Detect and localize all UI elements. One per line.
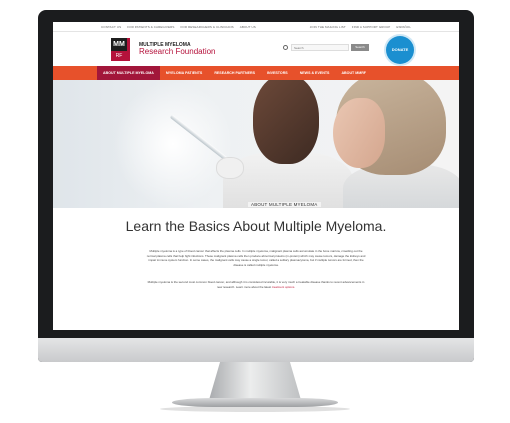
second-paragraph: Multiple myeloma is the second most comm… — [145, 280, 367, 289]
logo-mark-bottom: RF — [111, 51, 127, 61]
hero-image: About Multiple Myeloma — [53, 80, 459, 208]
hero-light — [113, 80, 233, 208]
nav-item-myeloma-patients[interactable]: Myeloma Patients — [160, 66, 208, 80]
page-headline: Learn the Basics About Multiple Myeloma. — [125, 218, 387, 234]
gloved-hand — [217, 158, 243, 178]
intro-paragraph: Multiple myeloma is a type of blood canc… — [146, 249, 366, 267]
researcher-head — [253, 80, 319, 164]
mmrf-logo[interactable]: MM RF — [111, 38, 137, 62]
scientist-face — [333, 98, 385, 168]
logo-mark-top: MM — [111, 38, 127, 51]
main-content: Learn the Basics About Multiple Myeloma.… — [53, 208, 459, 330]
utility-link[interactable]: Contact Us — [101, 25, 121, 29]
second-paragraph-text: Multiple myeloma is the second most comm… — [147, 280, 365, 289]
site-header: MM RF MULTIPLE MYELOMA Research Foundati… — [53, 32, 459, 65]
utility-links-left: Contact Us For Patients & Caregivers For… — [101, 25, 256, 29]
nav-item-about-mmrf[interactable]: About MMRF — [335, 66, 372, 80]
search-input[interactable] — [291, 44, 349, 51]
utility-bar: Contact Us For Patients & Caregivers For… — [53, 22, 459, 32]
nav-item-about-multiple-myeloma[interactable]: About Multiple Myeloma — [97, 66, 160, 80]
hero-caption: About Multiple Myeloma — [248, 202, 321, 207]
treatment-options-link[interactable]: treatment options. — [272, 285, 295, 289]
utility-link[interactable]: Find a Support Group — [352, 25, 391, 29]
utility-link[interactable]: About Us — [240, 25, 256, 29]
utility-link[interactable]: For Researchers & Clinicians — [180, 25, 233, 29]
utility-link[interactable]: Español — [396, 25, 411, 29]
main-nav: About Multiple Myeloma Myeloma Patients … — [53, 66, 459, 80]
utility-links-right: Join the Mailing List Find a Support Gro… — [310, 25, 411, 29]
nav-item-research-partners[interactable]: Research Partners — [208, 66, 261, 80]
nav-item-news-events[interactable]: News & Events — [294, 66, 336, 80]
nav-item-investors[interactable]: Investors — [261, 66, 294, 80]
utility-link[interactable]: Join the Mailing List — [310, 25, 346, 29]
monitor-chin — [38, 338, 474, 362]
logo-accent-bar — [127, 38, 130, 61]
product-mockup: Contact Us For Patients & Caregivers For… — [0, 0, 510, 423]
utility-link[interactable]: For Patients & Caregivers — [127, 25, 174, 29]
organization-name-line2: Research Foundation — [139, 47, 216, 56]
search-button[interactable]: Search — [351, 44, 369, 51]
monitor-stand-neck — [209, 362, 301, 400]
monitor-frame: Contact Us For Patients & Caregivers For… — [38, 10, 474, 362]
monitor-screen: Contact Us For Patients & Caregivers For… — [53, 22, 459, 330]
donate-button[interactable]: DONATE — [386, 36, 414, 64]
monitor-stand-base — [172, 398, 338, 407]
search-icon[interactable] — [283, 45, 288, 50]
